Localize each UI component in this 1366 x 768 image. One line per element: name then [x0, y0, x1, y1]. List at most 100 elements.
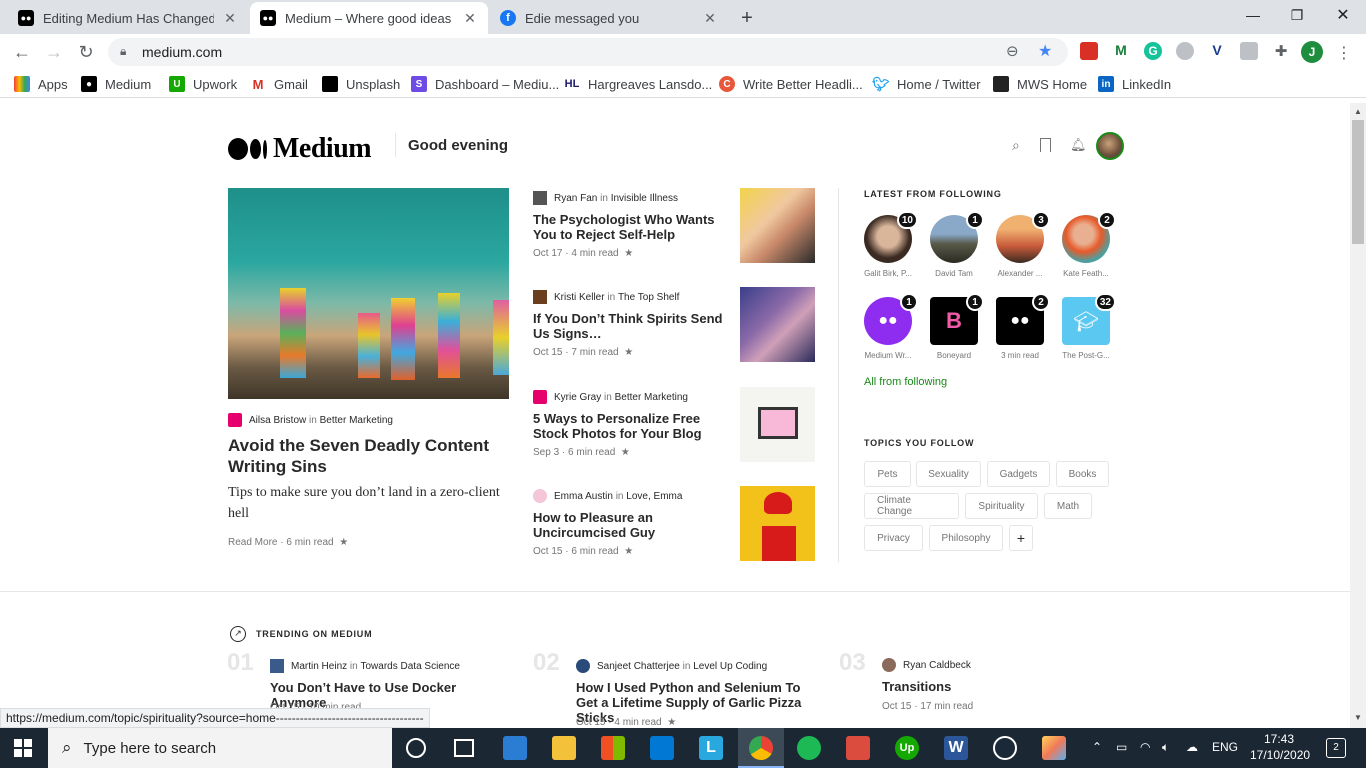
docs-icon[interactable]	[503, 736, 527, 760]
search-icon[interactable]: ⌕	[1012, 137, 1020, 154]
topic-pets[interactable]: Pets	[864, 461, 911, 487]
following-item[interactable]: ●● 1 Medium Wr...	[864, 293, 918, 360]
topic-spirituality[interactable]: Spirituality	[965, 493, 1038, 519]
l-app-icon[interactable]: L	[699, 736, 723, 760]
tray-chevron-icon[interactable]: ⌃	[1092, 740, 1102, 754]
topic-privacy[interactable]: Privacy	[864, 525, 923, 551]
author-name[interactable]: Kyrie Gray	[554, 392, 601, 403]
hero-image[interactable]	[228, 188, 509, 399]
volume-icon[interactable]: 🔈︎	[1162, 740, 1169, 755]
back-button[interactable]: ←	[10, 40, 34, 64]
author-name[interactable]: Martin Heinz	[291, 661, 347, 672]
page-scrollbar[interactable]: ▲ ▼	[1350, 103, 1366, 728]
author-name[interactable]: Ryan Fan	[554, 193, 597, 204]
publication-avatar[interactable]	[533, 390, 547, 404]
new-tab-button[interactable]: +	[734, 5, 760, 31]
upwork-taskbar-icon[interactable]: Up	[895, 736, 919, 760]
mendeley-icon[interactable]: M	[1112, 42, 1130, 60]
following-item[interactable]: 10 Galit Birk, P...	[864, 211, 918, 278]
battery-icon[interactable]: ▭	[1116, 740, 1127, 754]
read-more-link[interactable]: Read More	[228, 537, 277, 548]
author-avatar[interactable]	[533, 191, 547, 205]
address-bar[interactable]: 🔒︎ medium.com ⊖ ★	[108, 38, 1068, 66]
bookmark-unsplash[interactable]: Unsplash	[322, 76, 400, 92]
publication-avatar[interactable]	[576, 659, 590, 673]
publication-name[interactable]: Level Up Coding	[693, 661, 767, 672]
extension-red-icon[interactable]	[1080, 42, 1098, 60]
all-from-following-link[interactable]: All from following	[864, 376, 947, 388]
wifi-icon[interactable]: ◠	[1140, 740, 1150, 754]
tab-editing-medium[interactable]: ●● Editing Medium Has Changed — ✕	[8, 2, 248, 34]
vpn-extension-icon[interactable]: V	[1208, 42, 1226, 60]
steam-icon[interactable]	[993, 736, 1017, 760]
bookmark-medium[interactable]: ● Medium	[81, 76, 151, 92]
action-center-icon[interactable]: 2	[1326, 738, 1346, 758]
topic-books[interactable]: Books	[1056, 461, 1109, 487]
taskbar-search-box[interactable]: ⌕ Type here to search	[48, 728, 392, 768]
extensions-puzzle-icon[interactable]: ✚	[1272, 42, 1290, 60]
publication-name[interactable]: Better Marketing	[615, 392, 688, 403]
bookmark-dashboard-medium[interactable]: S Dashboard – Mediu...	[411, 76, 559, 92]
following-item[interactable]: B 1 Boneyard	[930, 293, 984, 360]
publication-avatar[interactable]	[533, 290, 547, 304]
bookmark-mws-home[interactable]: MWS Home	[993, 76, 1087, 92]
power-extension-icon[interactable]	[1176, 42, 1194, 60]
clock[interactable]: 17:43 17/10/2020	[1250, 731, 1310, 763]
file-explorer-icon[interactable]	[552, 736, 576, 760]
todoist-icon[interactable]	[846, 736, 870, 760]
task-view-icon[interactable]	[454, 739, 474, 757]
topic-math[interactable]: Math	[1044, 493, 1092, 519]
author-name[interactable]: Sanjeet Chatterjee	[597, 661, 680, 672]
author-name[interactable]: Emma Austin	[554, 491, 613, 502]
bookmark-gmail[interactable]: M Gmail	[250, 76, 308, 92]
scrollbar-thumb[interactable]	[1352, 120, 1364, 244]
minimize-button[interactable]: —	[1230, 0, 1276, 30]
author-name[interactable]: Kristi Keller	[554, 292, 605, 303]
notifications-bell-icon[interactable]: 🔔︎	[1070, 137, 1087, 153]
publication-name[interactable]: The Top Shelf	[618, 292, 680, 303]
tab-facebook[interactable]: f Edie messaged you ✕	[490, 2, 728, 34]
user-avatar[interactable]	[1096, 132, 1124, 160]
hero-subtitle[interactable]: Tips to make sure you don’t land in a ze…	[228, 482, 513, 524]
grammarly-icon[interactable]: G	[1144, 42, 1162, 60]
publication-name[interactable]: Love, Emma	[626, 491, 682, 502]
bookmark-twitter[interactable]: 🐦︎ Home / Twitter	[872, 76, 981, 92]
author-name[interactable]: Ailsa Bristow	[249, 415, 306, 426]
following-item[interactable]: 1 David Tam	[930, 211, 984, 278]
publication-avatar[interactable]	[228, 413, 242, 427]
windows-start-icon[interactable]	[14, 739, 32, 757]
publication-avatar[interactable]	[533, 489, 547, 503]
following-item[interactable]: 🎓︎ 32 The Post-G...	[1062, 293, 1116, 360]
word-icon[interactable]: W	[944, 736, 968, 760]
article-title[interactable]: The Psychologist Who Wants You to Reject…	[533, 212, 723, 242]
bookmark-write-better-headlines[interactable]: C Write Better Headli...	[719, 76, 863, 92]
chrome-taskbar-button[interactable]	[738, 728, 784, 768]
zoom-icon[interactable]: ⊖	[1006, 42, 1019, 60]
bookmark-apps[interactable]: Apps	[14, 76, 68, 92]
medium-logo[interactable]: Medium	[228, 133, 372, 165]
following-item[interactable]: 3 Alexander ...	[996, 211, 1050, 278]
publication-name[interactable]: Towards Data Science	[361, 661, 461, 672]
article-thumbnail[interactable]	[740, 387, 815, 462]
forward-button[interactable]: →	[42, 40, 66, 64]
bookmark-hargreaves[interactable]: HL Hargreaves Lansdo...	[564, 76, 712, 92]
article-thumbnail[interactable]	[740, 188, 815, 263]
author-name[interactable]: Ryan Caldbeck	[903, 660, 971, 671]
trending-title[interactable]: Transitions	[882, 679, 1082, 694]
profile-avatar[interactable]: J	[1301, 41, 1323, 63]
close-tab-icon[interactable]: ✕	[222, 10, 238, 27]
close-window-button[interactable]: ✕	[1320, 0, 1366, 30]
spotify-icon[interactable]	[797, 736, 821, 760]
store-icon[interactable]	[601, 736, 625, 760]
maximize-button[interactable]: ❐	[1274, 0, 1320, 30]
pin-extension-icon[interactable]	[1240, 42, 1258, 60]
bookmark-linkedin[interactable]: in LinkedIn	[1098, 76, 1171, 92]
article-thumbnail[interactable]	[740, 486, 815, 561]
following-item[interactable]: 2 Kate Feath...	[1062, 211, 1116, 278]
close-tab-icon[interactable]: ✕	[702, 10, 718, 27]
topic-climate-change[interactable]: Climate Change	[864, 493, 959, 519]
scroll-up-icon[interactable]: ▲	[1354, 107, 1362, 116]
reload-button[interactable]: ↻	[74, 40, 98, 64]
topic-gadgets[interactable]: Gadgets	[987, 461, 1050, 487]
publication-name[interactable]: Better Marketing	[320, 415, 393, 426]
